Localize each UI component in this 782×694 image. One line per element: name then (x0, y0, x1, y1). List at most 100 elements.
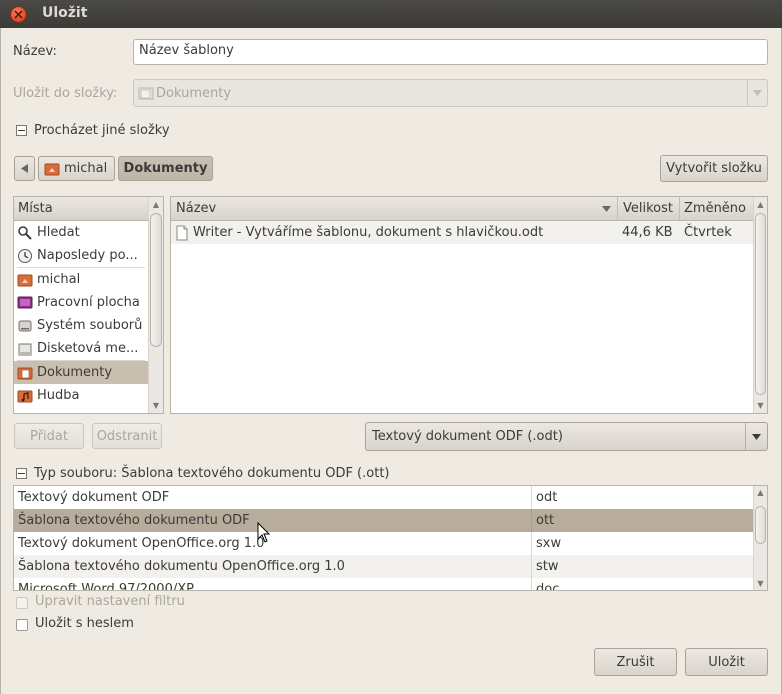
save-button-label: Uložit (708, 654, 745, 670)
column-header-size[interactable]: Velikost (618, 197, 680, 220)
cancel-button-label: Zrušit (616, 654, 655, 670)
sidebar-item-label: Systém souborů (37, 318, 143, 333)
sidebar-item-label: Naposledy po... (37, 248, 138, 263)
sidebar-item-filesystem[interactable]: Systém souborů (14, 314, 148, 337)
file-type-row[interactable]: Textový dokument ODF odt (14, 486, 753, 509)
sidebar-item-label: Hledat (37, 225, 80, 240)
sidebar-item-label: Dokumenty (37, 365, 113, 380)
sidebar-item-label: Hudba (37, 388, 80, 403)
column-header-label: Změněno (684, 201, 746, 216)
files-scrollbar[interactable]: ▲ ▼ (753, 197, 767, 413)
file-type-ext: sxw (536, 536, 562, 551)
file-row[interactable]: Writer - Vytváříme šablonu, dokument s h… (171, 221, 753, 244)
file-type-ext: ott (536, 513, 555, 528)
column-header-label: Velikost (623, 201, 673, 216)
file-type-ext: odt (536, 490, 558, 505)
sidebar-item-home[interactable]: michal (14, 268, 148, 291)
add-place-button[interactable]: Přidat (14, 423, 84, 449)
documents-folder-icon (17, 365, 33, 381)
path-segment-label: michal (64, 161, 108, 176)
save-in-combo[interactable]: Dokumenty (133, 79, 768, 107)
edit-filter-checkbox[interactable] (16, 597, 28, 609)
music-folder-icon (17, 388, 33, 404)
save-with-password-label: Uložit s heslem (35, 616, 134, 631)
file-type-name: Textový dokument OpenOffice.org 1.0 (14, 532, 532, 555)
drive-icon (17, 318, 33, 334)
sidebar-item-desktop[interactable]: Pracovní plocha (14, 291, 148, 314)
sidebar-item-label: michal (37, 272, 81, 287)
places-scroll-thumb[interactable] (150, 213, 162, 347)
document-icon (174, 225, 190, 241)
save-with-password-checkbox[interactable] (16, 619, 28, 631)
close-button[interactable] (10, 6, 27, 23)
sidebar-item-label: Pracovní plocha (37, 295, 140, 310)
file-type-name: Šablona textového dokumentu OpenOffice.o… (14, 555, 532, 578)
scroll-down-icon[interactable]: ▼ (754, 579, 767, 588)
file-type-scrollbar[interactable]: ▲ ▼ (753, 486, 767, 590)
places-panel: Místa Hledat Naposledy po... michal Prac… (13, 196, 164, 414)
files-header: Název Velikost Změněno (171, 197, 753, 221)
file-type-ext: stw (536, 559, 559, 574)
browse-expander-label[interactable]: Procházet jiné složky (34, 123, 170, 138)
folder-icon (138, 86, 154, 100)
file-type-expander-label[interactable]: Typ souboru: Šablona textového dokumentu… (34, 466, 389, 481)
file-type-list: Textový dokument ODF odt Šablona textové… (13, 485, 768, 591)
browse-expander-toggle[interactable] (16, 125, 27, 136)
create-folder-button[interactable]: Vytvořit složku (660, 155, 768, 182)
sidebar-item-search[interactable]: Hledat (14, 221, 148, 244)
scroll-down-icon[interactable]: ▼ (754, 401, 767, 410)
column-header-name[interactable]: Název (171, 197, 618, 220)
remove-place-button[interactable]: Odstranit (92, 423, 162, 449)
save-button[interactable]: Uložit (685, 648, 768, 676)
sidebar-item-documents[interactable]: Dokumenty (14, 361, 148, 384)
title-bar: Uložit (0, 0, 782, 28)
file-name: Writer - Vytváříme šablonu, dokument s h… (193, 225, 544, 240)
path-segment-dokumenty[interactable]: Dokumenty (118, 156, 213, 181)
desktop-icon (17, 295, 33, 311)
scroll-up-icon[interactable]: ▲ (754, 200, 767, 209)
sidebar-item-floppy[interactable]: Disketová me... (14, 337, 148, 360)
file-type-row[interactable]: Microsoft Word 97/2000/XP doc (14, 578, 753, 591)
sidebar-item-recent[interactable]: Naposledy po... (14, 244, 148, 267)
recent-icon (17, 248, 33, 264)
name-label: Název: (13, 44, 57, 59)
column-header-modified[interactable]: Změněno (680, 197, 753, 220)
file-type-row-selected[interactable]: Šablona textového dokumentu ODF ott (14, 509, 753, 532)
window-title: Uložit (42, 5, 88, 21)
file-type-name: Šablona textového dokumentu ODF (14, 509, 532, 532)
save-in-value: Dokumenty (156, 85, 232, 101)
file-name-input[interactable]: Název šablony (133, 39, 768, 65)
places-scrollbar[interactable]: ▲ ▼ (148, 197, 163, 413)
file-type-expander-toggle[interactable] (16, 468, 27, 479)
file-type-ext: doc (536, 582, 560, 591)
file-size: 44,6 KB (622, 225, 673, 240)
scroll-up-icon[interactable]: ▲ (754, 488, 767, 497)
home-folder-icon (17, 272, 33, 288)
file-filter-combo[interactable]: Textový dokument ODF (.odt) (365, 422, 768, 451)
cancel-button[interactable]: Zrušit (594, 648, 677, 676)
file-type-row[interactable]: Šablona textového dokumentu OpenOffice.o… (14, 555, 753, 578)
file-type-row[interactable]: Textový dokument OpenOffice.org 1.0 sxw (14, 532, 753, 555)
path-segment-michal[interactable]: michal (38, 156, 115, 181)
add-place-label: Přidat (30, 428, 68, 444)
scroll-down-icon[interactable]: ▼ (149, 401, 163, 410)
file-type-scroll-thumb[interactable] (755, 506, 766, 544)
close-icon (14, 10, 23, 19)
files-panel: Název Velikost Změněno Writer - Vytvářím… (170, 196, 768, 414)
file-name-value: Název šablony (139, 43, 234, 58)
file-modified: Čtvrtek (684, 225, 732, 240)
search-icon (17, 225, 33, 241)
file-type-name: Microsoft Word 97/2000/XP (14, 578, 532, 590)
sidebar-item-music[interactable]: Hudba (14, 384, 148, 407)
scroll-up-icon[interactable]: ▲ (149, 200, 163, 209)
places-header[interactable]: Místa (14, 197, 148, 221)
sort-descending-icon (602, 205, 611, 212)
path-segment-label: Dokumenty (123, 161, 208, 176)
floppy-icon (17, 341, 33, 357)
remove-place-label: Odstranit (96, 428, 158, 444)
file-filter-value: Textový dokument ODF (.odt) (372, 429, 563, 444)
path-back-button[interactable] (14, 156, 35, 181)
files-scroll-thumb[interactable] (755, 213, 766, 395)
chevron-down-icon (747, 80, 767, 106)
places-header-label: Místa (18, 201, 53, 216)
